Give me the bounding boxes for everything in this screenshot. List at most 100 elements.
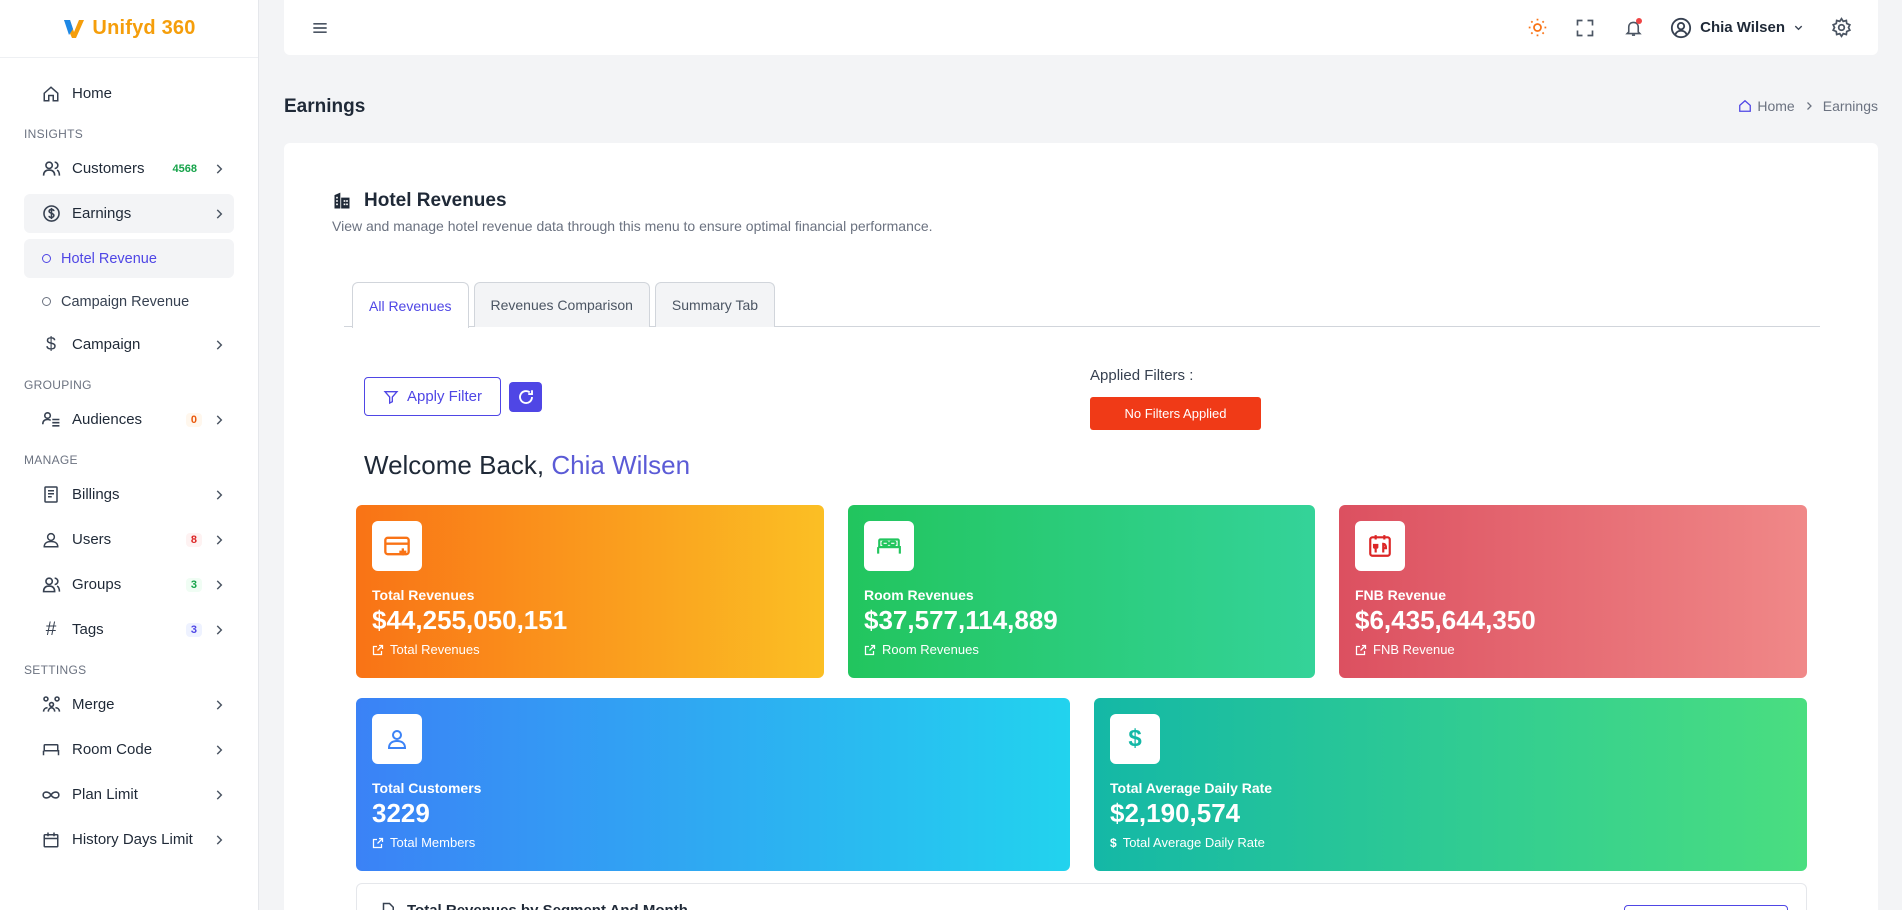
document-icon (382, 902, 394, 910)
home-icon (40, 83, 62, 105)
sidebar-item-label: Customers (72, 160, 145, 177)
app-name: Unifyd 360 (92, 17, 196, 39)
home-icon (1739, 99, 1752, 112)
stat-value: $37,577,114,889 (864, 605, 1058, 635)
section-grouping: GROUPING (24, 378, 92, 392)
chevron-right-icon (216, 163, 223, 174)
app-logo[interactable]: Unifyd 360 (0, 0, 258, 58)
page-title: Earnings (284, 96, 366, 117)
sidebar-item-home[interactable]: Home (24, 74, 234, 113)
sidebar-item-earnings[interactable]: Earnings (24, 194, 234, 233)
sidebar-subitem-label: Hotel Revenue (61, 250, 157, 267)
welcome-user-name: Chia Wilsen (551, 450, 691, 480)
infinity-icon (40, 784, 62, 806)
tags-count-badge: 3 (185, 622, 202, 637)
chevron-down-icon (1794, 25, 1803, 31)
sidebar-item-label: History Days Limit (72, 831, 193, 848)
chevron-right-icon (216, 414, 223, 425)
fullscreen-icon[interactable] (1574, 17, 1596, 39)
sun-icon[interactable] (1526, 17, 1548, 39)
sidebar-subitem-hotel-revenue[interactable]: Hotel Revenue (24, 239, 234, 278)
stat-footer[interactable]: Room Revenues (864, 642, 1299, 657)
chevron-right-icon (216, 534, 223, 545)
breadcrumb-home-label: Home (1757, 98, 1795, 114)
sidebar-item-room-code[interactable]: Room Code (24, 730, 234, 769)
sidebar-item-customers[interactable]: Customers 4568 (24, 149, 234, 188)
users-icon (40, 574, 62, 596)
apply-filter-button[interactable]: Apply Filter (364, 377, 501, 416)
dollar-icon: $ (1110, 714, 1160, 764)
stat-card-total-revenues[interactable]: Total Revenues $44,255,050,151 Total Rev… (356, 505, 824, 678)
users-count-badge: 8 (185, 532, 202, 547)
groups-count-badge: 3 (185, 577, 202, 592)
sidebar-item-plan-limit[interactable]: Plan Limit (24, 775, 234, 814)
topbar: Chia Wilsen (284, 0, 1878, 55)
stat-label: Room Revenues (864, 587, 974, 603)
sidebar-item-label: Billings (72, 486, 120, 503)
sidebar-item-users[interactable]: Users 8 (24, 520, 234, 559)
revenue-tabs: All Revenues Revenues Comparison Summary… (344, 282, 1820, 328)
dollar-circle-icon (40, 203, 62, 225)
sidebar-subitem-campaign-revenue[interactable]: Campaign Revenue (24, 282, 234, 321)
stat-footer[interactable]: $ Total Average Daily Rate (1110, 835, 1791, 850)
stat-footer[interactable]: Total Revenues (372, 642, 808, 657)
calendar-utensils-icon (1355, 521, 1405, 571)
stat-value: $6,435,644,350 (1355, 605, 1536, 635)
breadcrumb: Home Earnings (1738, 98, 1878, 114)
stat-footer-label: Total Revenues (390, 642, 480, 657)
sidebar-item-groups[interactable]: Groups 3 (24, 565, 234, 604)
chevron-right-icon (216, 699, 223, 710)
gear-icon[interactable] (1830, 17, 1852, 39)
sidebar: Unifyd 360 Home INSIGHTS Customers 4568 … (0, 0, 259, 910)
stat-card-total-average-daily-rate[interactable]: $ Total Average Daily Rate $2,190,574 $ … (1094, 698, 1807, 871)
segment-month-action-button[interactable] (1624, 905, 1788, 910)
sidebar-item-merge[interactable]: Merge (24, 685, 234, 724)
stat-label: FNB Revenue (1355, 587, 1447, 603)
hotel-revenues-card: Hotel Revenues View and manage hotel rev… (284, 143, 1878, 910)
stat-card-room-revenues[interactable]: Room Revenues $37,577,114,889 Room Reven… (848, 505, 1315, 678)
tab-all-revenues[interactable]: All Revenues (352, 282, 469, 328)
stat-card-total-customers[interactable]: Total Customers 3229 Total Members (356, 698, 1070, 871)
external-link-icon (372, 837, 384, 848)
breadcrumb-home[interactable]: Home (1738, 98, 1795, 114)
sidebar-item-campaign[interactable]: $ Campaign (24, 325, 234, 364)
customers-count-badge: 4568 (172, 162, 197, 175)
card-header: Hotel Revenues (332, 190, 507, 212)
stat-label: Total Revenues (372, 587, 475, 603)
stat-card-fnb-revenue[interactable]: FNB Revenue $6,435,644,350 FNB Revenue (1339, 505, 1807, 678)
breadcrumb-current: Earnings (1822, 98, 1878, 114)
calendar-icon (40, 829, 62, 851)
merge-users-icon (40, 694, 62, 716)
tab-revenues-comparison[interactable]: Revenues Comparison (473, 282, 650, 327)
stat-footer-label: FNB Revenue (1373, 642, 1455, 657)
building-icon (334, 192, 350, 209)
sidebar-item-label: Audiences (72, 411, 143, 428)
segment-month-panel: Total Revenues by Segment And Month (356, 883, 1807, 910)
hamburger-menu-icon[interactable] (310, 18, 330, 38)
dollar-icon: $ (1110, 835, 1117, 850)
sidebar-nav: Home INSIGHTS Customers 4568 Earnings Ho… (0, 58, 258, 859)
circle-icon (42, 254, 51, 263)
sidebar-item-label: Users (72, 531, 112, 548)
receipt-icon (40, 484, 62, 506)
stat-footer[interactable]: Total Members (372, 835, 1054, 850)
external-link-icon (1355, 644, 1367, 655)
bed-icon (864, 521, 914, 571)
welcome-prefix: Welcome Back, (364, 450, 545, 480)
tab-summary[interactable]: Summary Tab (654, 282, 776, 327)
user-circle-icon (1671, 17, 1692, 38)
stat-footer[interactable]: FNB Revenue (1355, 642, 1791, 657)
sidebar-item-history-days-limit[interactable]: History Days Limit (24, 820, 234, 859)
sidebar-item-audiences[interactable]: Audiences 0 (24, 400, 234, 439)
audiences-count-badge: 0 (185, 412, 202, 427)
sidebar-item-label: Campaign (72, 336, 141, 353)
stat-footer-label: Total Average Daily Rate (1122, 835, 1265, 850)
sidebar-item-billings[interactable]: Billings (24, 475, 234, 514)
user-menu[interactable]: Chia Wilsen (1670, 17, 1804, 39)
refresh-button[interactable] (509, 382, 542, 412)
chevron-right-icon (216, 339, 223, 350)
welcome-message: Welcome Back, Chia Wilsen (364, 450, 690, 481)
user-name: Chia Wilsen (1700, 19, 1785, 36)
sidebar-item-tags[interactable]: # Tags 3 (24, 610, 234, 649)
bell-icon[interactable] (1622, 17, 1644, 39)
